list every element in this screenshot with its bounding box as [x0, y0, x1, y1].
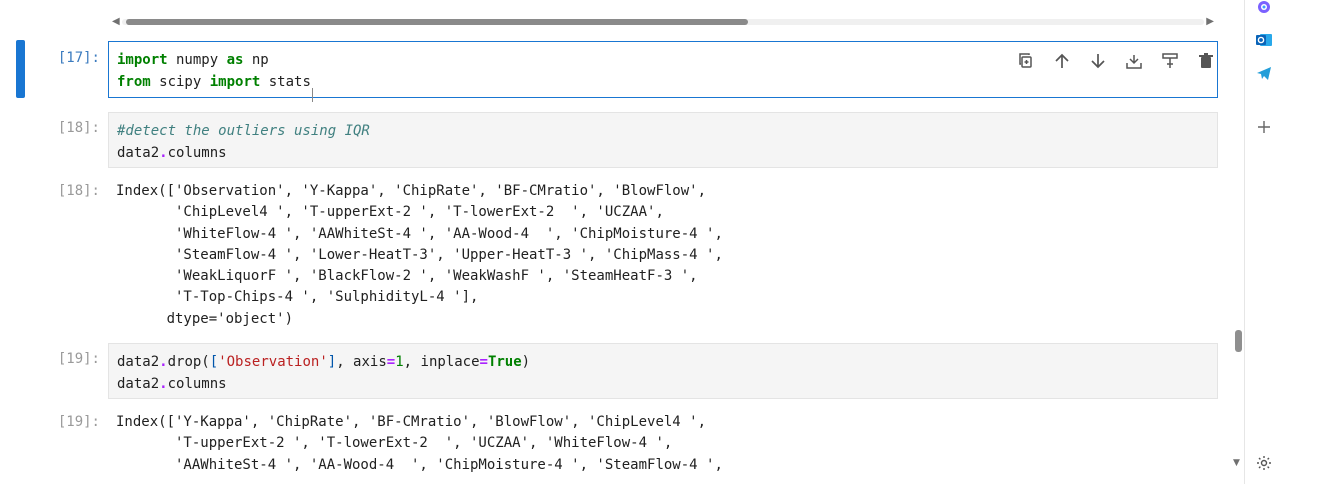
code-cell-input[interactable]: data2.drop(['Observation'], axis=1, inpl… — [108, 343, 1218, 399]
code-line: data2.columns — [117, 142, 1209, 164]
insert-below-button[interactable] — [1152, 48, 1188, 74]
insert-below-icon — [1162, 53, 1178, 68]
horizontal-scrollbar[interactable]: ◀ ▶ — [108, 14, 1218, 30]
move-down-button[interactable] — [1080, 48, 1116, 74]
vertical-scrollbar-thumb[interactable] — [1235, 330, 1242, 352]
cell-toolbar — [1008, 48, 1224, 74]
scroll-down-arrow-icon[interactable]: ▼ — [1233, 458, 1240, 468]
code-token: import — [209, 74, 261, 90]
code-token: True — [487, 354, 522, 370]
code-token: , inplace — [403, 354, 480, 370]
move-up-button[interactable] — [1044, 48, 1080, 74]
settings-icon[interactable] — [1255, 454, 1273, 472]
code-token: ] — [327, 354, 337, 370]
output-prompt: [18]: — [57, 183, 100, 199]
telegram-icon[interactable] — [1255, 64, 1273, 82]
code-token: , axis — [336, 354, 387, 370]
code-line: data2.columns — [117, 373, 1209, 395]
duplicate-cell-button[interactable] — [1008, 48, 1044, 74]
code-line: #detect the outliers using IQR — [117, 120, 1209, 142]
code-token: data2 — [117, 376, 160, 392]
insert-above-icon — [1126, 55, 1142, 69]
code-cell-input[interactable]: #detect the outliers using IQR data2.colu… — [108, 112, 1218, 168]
code-token: 'Observation' — [218, 354, 328, 370]
code-token: . — [159, 376, 168, 392]
code-token: . — [159, 145, 168, 161]
code-token: drop( — [167, 354, 210, 370]
code-token: from — [117, 74, 151, 90]
text-cursor — [312, 88, 318, 102]
scroll-left-arrow-icon[interactable]: ◀ — [112, 16, 120, 27]
code-token: np — [243, 52, 269, 68]
side-panel — [1244, 0, 1282, 484]
duplicate-icon — [1019, 53, 1032, 68]
cell-output: Index(['Y-Kappa', 'ChipRate', 'BF-CMrati… — [116, 414, 723, 473]
cell-prompt: [17]: — [57, 50, 100, 66]
code-token: #detect the outliers using IQR — [117, 123, 370, 139]
code-token: [ — [209, 354, 219, 370]
delete-icon — [1199, 53, 1213, 68]
code-token: data2 — [117, 145, 160, 161]
code-token: as — [226, 52, 244, 68]
code-line: data2.drop(['Observation'], axis=1, inpl… — [117, 351, 1209, 373]
scroll-right-arrow-icon[interactable]: ▶ — [1206, 16, 1214, 27]
code-token: data2 — [117, 354, 160, 370]
outlook-icon[interactable] — [1255, 31, 1273, 49]
code-token: = — [479, 354, 488, 370]
code-token: stats — [260, 74, 311, 90]
output-prompt: [19]: — [57, 414, 100, 430]
code-token: = — [386, 354, 396, 370]
insert-above-button[interactable] — [1116, 48, 1152, 74]
code-token: ) — [521, 354, 531, 370]
cell-prompt: [18]: — [57, 120, 100, 136]
code-token: 1 — [395, 354, 404, 370]
active-cell-indicator — [16, 40, 25, 98]
scrollbar-thumb[interactable] — [126, 19, 748, 25]
code-line: from scipy import stats — [117, 71, 1209, 93]
delete-cell-button[interactable] — [1188, 48, 1224, 74]
code-token: numpy — [167, 52, 227, 68]
move-up-icon — [1055, 53, 1069, 68]
move-down-icon — [1091, 54, 1105, 69]
cell-prompt: [19]: — [57, 351, 100, 367]
code-token: columns — [167, 376, 227, 392]
code-token: . — [159, 354, 168, 370]
code-token: scipy — [150, 74, 210, 90]
copilot-icon[interactable] — [1255, 0, 1273, 18]
add-icon[interactable] — [1255, 118, 1273, 136]
window-edge — [1282, 0, 1322, 484]
cell-output: Index(['Observation', 'Y-Kappa', 'ChipRa… — [116, 183, 723, 327]
code-token: columns — [167, 145, 227, 161]
code-token: import — [117, 52, 168, 68]
